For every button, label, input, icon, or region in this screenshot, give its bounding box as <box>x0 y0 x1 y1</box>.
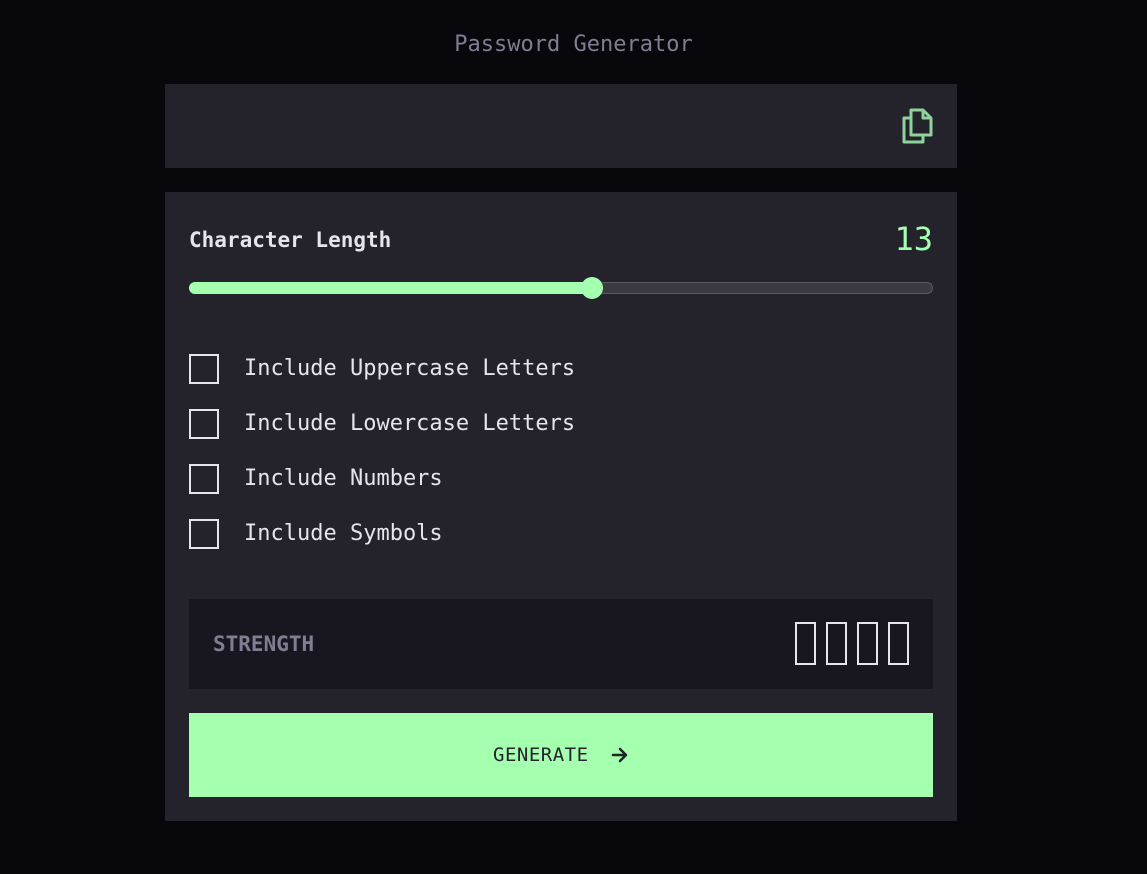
copy-icon <box>902 108 933 144</box>
symbols-checkbox[interactable] <box>189 519 219 549</box>
strength-bars <box>795 622 911 665</box>
generate-label: GENERATE <box>493 744 589 766</box>
option-label: Include Numbers <box>244 466 443 491</box>
strength-label: STRENGTH <box>213 632 315 656</box>
slider-thumb[interactable] <box>581 277 603 299</box>
strength-bar-1 <box>795 622 816 665</box>
slider-fill <box>189 282 592 294</box>
strength-bar-3 <box>857 622 878 665</box>
option-label: Include Lowercase Letters <box>244 411 576 436</box>
strength-meter: STRENGTH <box>189 599 933 689</box>
page-title: Password Generator <box>454 32 693 57</box>
character-length-label: Character Length <box>189 228 392 252</box>
option-label: Include Symbols <box>244 521 443 546</box>
numbers-checkbox[interactable] <box>189 464 219 494</box>
arrow-right-icon <box>611 747 628 763</box>
generate-button[interactable]: GENERATE <box>189 713 933 797</box>
lowercase-checkbox[interactable] <box>189 409 219 439</box>
character-length-value: 13 <box>894 220 933 258</box>
option-symbols[interactable]: Include Symbols <box>189 519 789 549</box>
option-label: Include Uppercase Letters <box>244 356 576 381</box>
option-numbers[interactable]: Include Numbers <box>189 464 789 494</box>
strength-bar-4 <box>888 622 909 665</box>
option-uppercase[interactable]: Include Uppercase Letters <box>189 354 789 384</box>
length-slider[interactable] <box>189 277 933 299</box>
password-output <box>165 84 957 168</box>
settings-panel: Character Length 13 Include Uppercase Le… <box>165 192 957 821</box>
uppercase-checkbox[interactable] <box>189 354 219 384</box>
option-lowercase[interactable]: Include Lowercase Letters <box>189 409 789 439</box>
copy-button[interactable] <box>900 106 936 146</box>
strength-bar-2 <box>826 622 847 665</box>
